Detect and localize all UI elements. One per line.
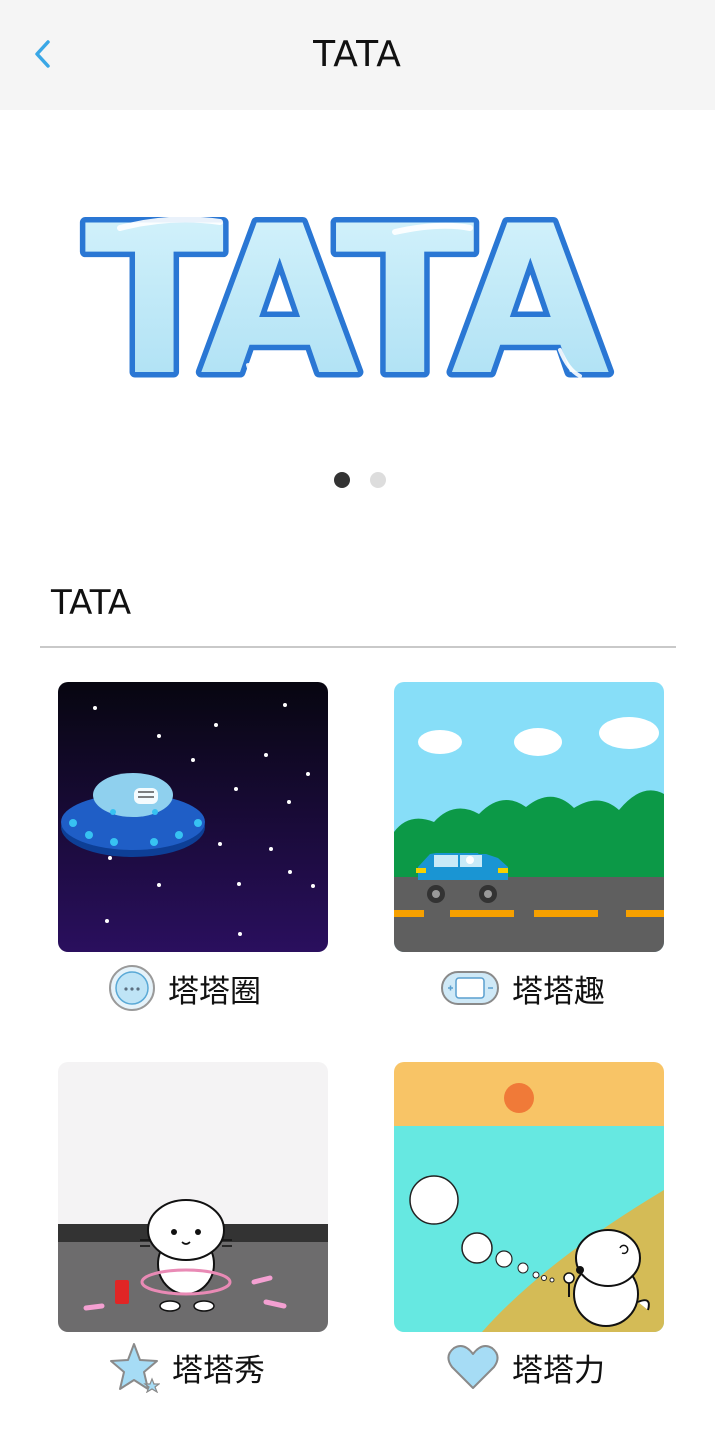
page-title: TATA bbox=[313, 34, 402, 75]
tile-tata-show-label[interactable]: 塔塔秀 bbox=[108, 1340, 265, 1394]
star-icon bbox=[110, 1343, 160, 1393]
tile-tata-fun-label[interactable]: 塔塔趣 bbox=[440, 962, 605, 1014]
section-divider bbox=[40, 646, 676, 648]
tile-tata-fun[interactable] bbox=[394, 682, 664, 952]
section-title: TATA bbox=[51, 583, 132, 623]
tile-label-text: 塔塔圈 bbox=[168, 973, 261, 1010]
tata-logo: TATA bbox=[79, 178, 623, 427]
ufo-space-illustration bbox=[58, 682, 328, 952]
otter-hula-hoop-illustration bbox=[58, 1062, 328, 1332]
game-console-icon bbox=[441, 971, 499, 1005]
banner-carousel[interactable]: TATA bbox=[0, 110, 715, 530]
carousel-dot-active[interactable] bbox=[334, 472, 350, 488]
tile-label-text: 塔塔秀 bbox=[172, 1352, 265, 1389]
tile-tata-power[interactable] bbox=[394, 1062, 664, 1332]
car-road-illustration bbox=[394, 682, 664, 952]
top-bar: TATA bbox=[0, 0, 715, 110]
tile-tata-power-label[interactable]: 塔塔力 bbox=[446, 1340, 605, 1394]
tile-label-text: 塔塔力 bbox=[512, 1352, 605, 1389]
heart-icon bbox=[447, 1345, 499, 1389]
carousel-dot[interactable] bbox=[370, 472, 386, 488]
otter-bubbles-beach-illustration bbox=[394, 1062, 664, 1332]
carousel-indicator bbox=[0, 472, 715, 488]
tile-label-text: 塔塔趣 bbox=[512, 973, 605, 1010]
tile-tata-show[interactable] bbox=[58, 1062, 328, 1332]
tile-tata-circle[interactable] bbox=[58, 682, 328, 952]
chat-bubble-icon bbox=[109, 965, 155, 1011]
tile-tata-circle-label[interactable]: 塔塔圈 bbox=[108, 962, 261, 1014]
